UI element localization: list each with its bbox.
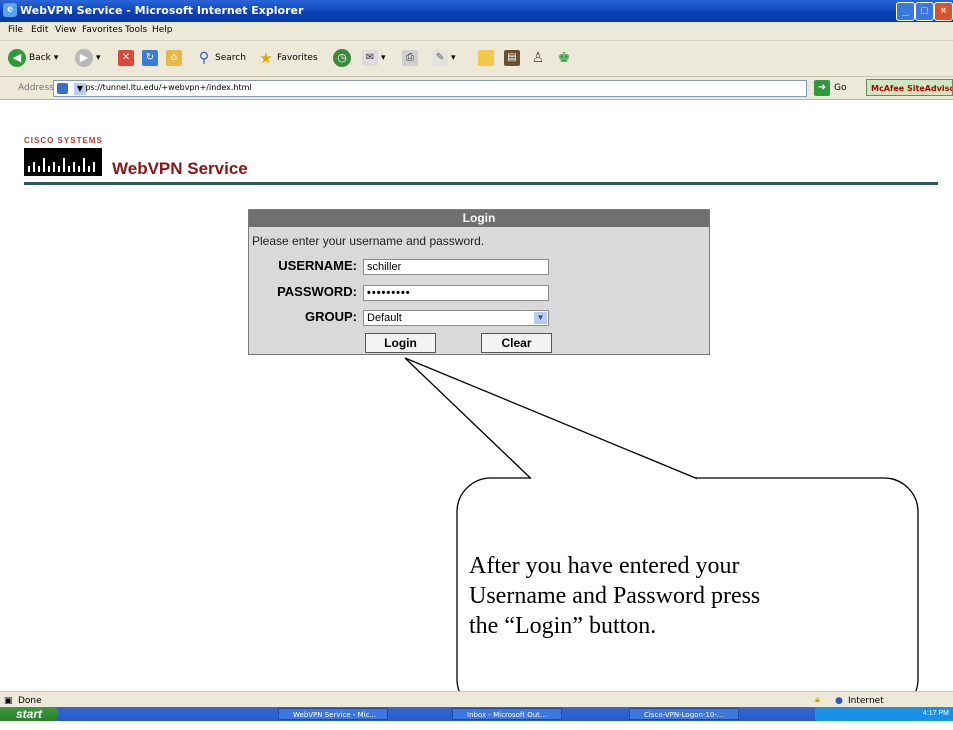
- globe-icon: ●: [835, 696, 843, 706]
- taskbar: start WebVPN Service - Mic... Inbox - Mi…: [0, 707, 953, 721]
- zone-text: Internet: [848, 696, 884, 706]
- task-webvpn[interactable]: WebVPN Service - Mic...: [278, 708, 388, 720]
- callout-text: After you have entered your Username and…: [469, 553, 761, 639]
- task-inbox[interactable]: Inbox - Microsoft Out...: [452, 708, 562, 720]
- system-tray: 4:17 PM: [815, 707, 953, 721]
- start-button[interactable]: start: [0, 707, 58, 721]
- status-text: Done: [18, 696, 42, 706]
- task-cisco-logon[interactable]: Cisco-VPN-Logon-10-...: [629, 708, 739, 720]
- lock-icon: 🔒︎: [815, 695, 820, 705]
- clock: 4:17 PM: [922, 710, 949, 717]
- status-page-icon: ▣: [4, 696, 13, 706]
